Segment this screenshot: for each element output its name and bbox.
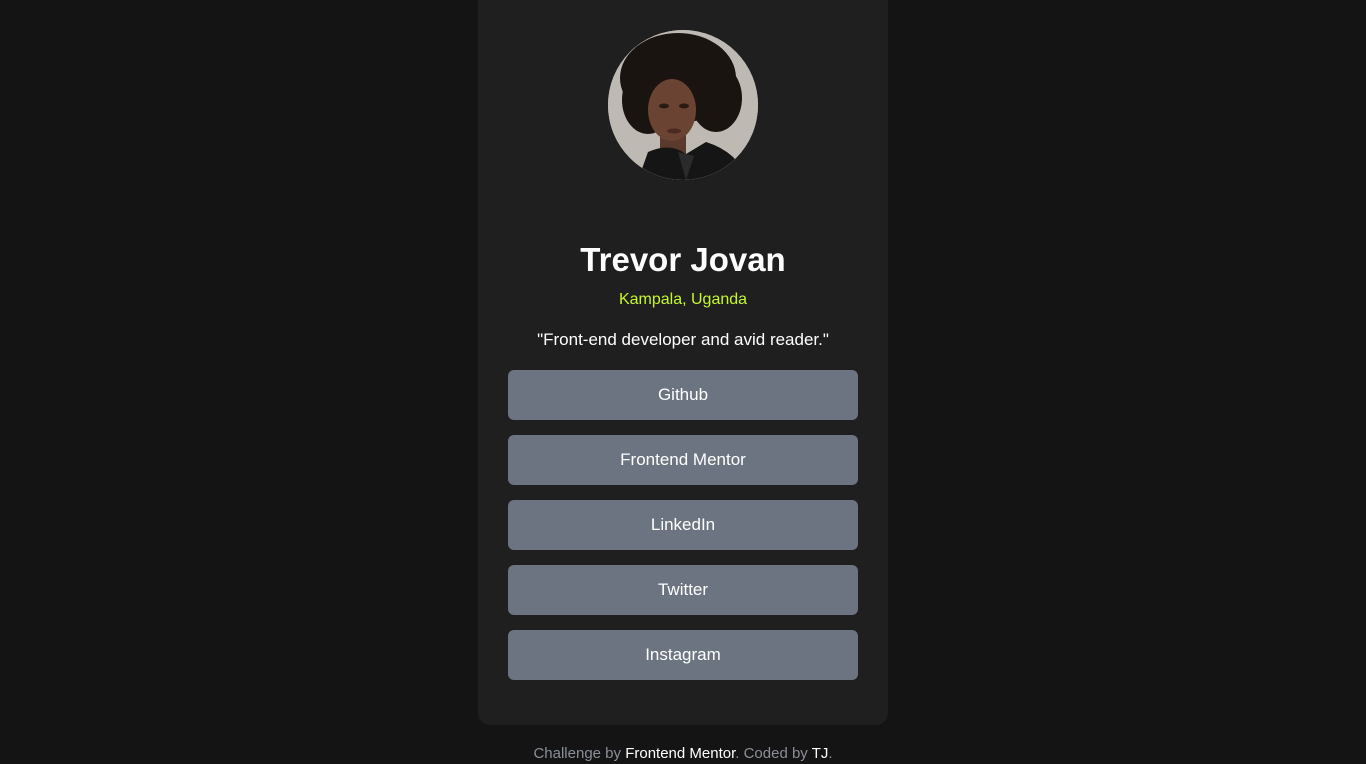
attribution-footer: Challenge by Frontend Mentor. Coded by T… — [0, 744, 1366, 764]
profile-photo-icon — [608, 30, 758, 180]
github-link-button[interactable]: Github — [508, 370, 858, 420]
frontend-mentor-link-button[interactable]: Frontend Mentor — [508, 435, 858, 485]
footer-suffix: . — [828, 745, 833, 762]
author-attribution-link[interactable]: TJ — [812, 745, 829, 762]
frontend-mentor-attribution-link[interactable]: Frontend Mentor — [625, 745, 735, 762]
avatar — [608, 30, 758, 180]
linkedin-link-button[interactable]: LinkedIn — [508, 500, 858, 550]
footer-middle: . Coded by — [735, 745, 808, 762]
social-links-list: Github Frontend Mentor LinkedIn Twitter … — [508, 370, 858, 695]
instagram-link-button[interactable]: Instagram — [508, 630, 858, 680]
profile-bio: "Front-end developer and avid reader." — [537, 330, 829, 349]
profile-card: Trevor Jovan Kampala, Uganda "Front-end … — [478, 0, 888, 725]
profile-name: Trevor Jovan — [580, 241, 786, 278]
profile-location: Kampala, Uganda — [618, 291, 748, 308]
twitter-link-button[interactable]: Twitter — [508, 565, 858, 615]
footer-prefix: Challenge by — [533, 745, 622, 762]
